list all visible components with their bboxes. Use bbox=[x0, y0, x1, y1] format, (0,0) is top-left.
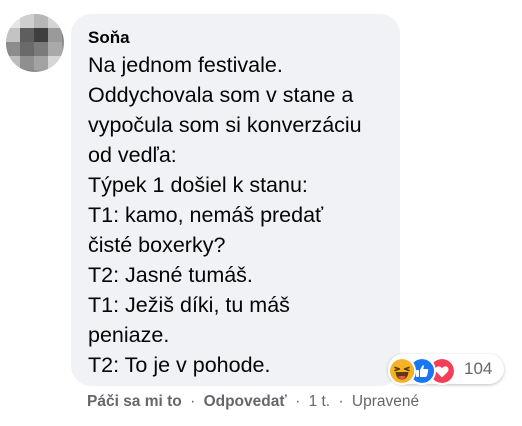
message-line: Týpek 1 došiel k stanu: bbox=[88, 173, 308, 197]
comment-actions: Páči sa mi to · Odpovedať · 1 t. · Uprav… bbox=[87, 393, 419, 411]
reaction-count: 104 bbox=[464, 359, 493, 378]
message-line: T2: Jasné tumáš. bbox=[88, 263, 253, 287]
edited-label[interactable]: Upravené bbox=[352, 393, 419, 410]
separator: · bbox=[338, 393, 344, 410]
message-line: T1: kamo, nemáš predať bbox=[88, 203, 324, 227]
message-line: čisté boxerky? bbox=[88, 233, 226, 257]
message-line: T2: To je v pohode. bbox=[88, 353, 271, 377]
separator: · bbox=[190, 393, 196, 410]
comment-bubble: Soňa Na jednom festivale. Oddychovala so… bbox=[71, 14, 400, 386]
reply-button[interactable]: Odpovedať bbox=[204, 393, 287, 410]
message-line: Na jednom festivale. bbox=[88, 53, 283, 77]
message-line: od vedľa: bbox=[88, 143, 177, 167]
like-button[interactable]: Páči sa mi to bbox=[87, 393, 182, 410]
haha-icon bbox=[388, 357, 416, 385]
comment-text: Na jednom festivale. Oddychovala som v s… bbox=[88, 50, 390, 380]
message-line: T1: Ježiš díki, tu máš bbox=[88, 293, 290, 317]
message-line: vypočula som si konverzáciu bbox=[88, 113, 362, 137]
message-line: Oddychovala som v stane a bbox=[88, 83, 354, 107]
message-line: peniaze. bbox=[88, 323, 170, 347]
separator: · bbox=[295, 393, 301, 410]
timestamp-link[interactable]: 1 t. bbox=[309, 393, 331, 410]
avatar[interactable] bbox=[6, 14, 64, 72]
reactions-summary[interactable]: 104 bbox=[388, 354, 504, 385]
comment-author[interactable]: Soňa bbox=[88, 28, 130, 48]
